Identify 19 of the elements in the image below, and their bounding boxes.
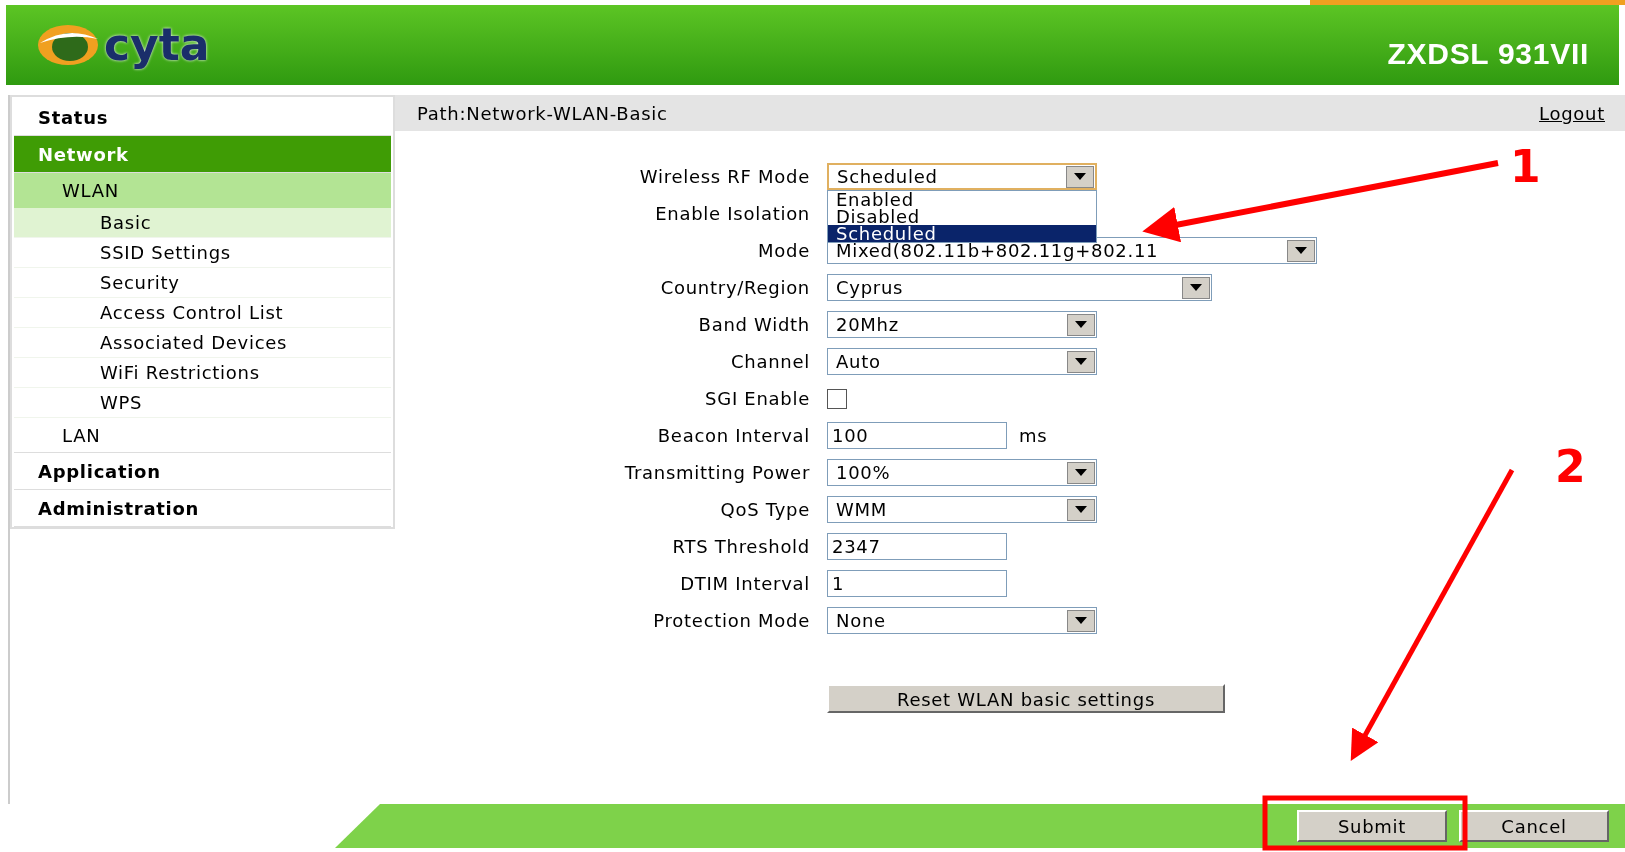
field-label: SGI Enable (704, 387, 810, 411)
field-label: RTS Threshold (671, 535, 810, 559)
model-name: ZXDSL 931VII (1387, 35, 1589, 72)
field-label: Mode (757, 239, 810, 263)
field-label: Enable Isolation (654, 202, 810, 226)
field-label: QoS Type (719, 498, 810, 522)
field-label: Wireless RF Mode (638, 165, 810, 189)
field-label: Beacon Interval (656, 424, 810, 448)
unit-label: ms (1019, 424, 1048, 448)
field-label: Band Width (697, 313, 810, 337)
field-label: Country/Region (659, 276, 810, 300)
field-label: Protection Mode (652, 609, 810, 633)
field-label: DTIM Interval (679, 572, 810, 596)
field-label: Channel (730, 350, 810, 374)
annotation-number: 1 (1510, 145, 1542, 189)
annotation-number: 2 (1555, 445, 1587, 489)
logo-text: cyta (104, 18, 210, 72)
breadcrumb-path: Path:Network-WLAN-Basic (417, 101, 668, 126)
field-label: Transmitting Power (623, 461, 810, 485)
